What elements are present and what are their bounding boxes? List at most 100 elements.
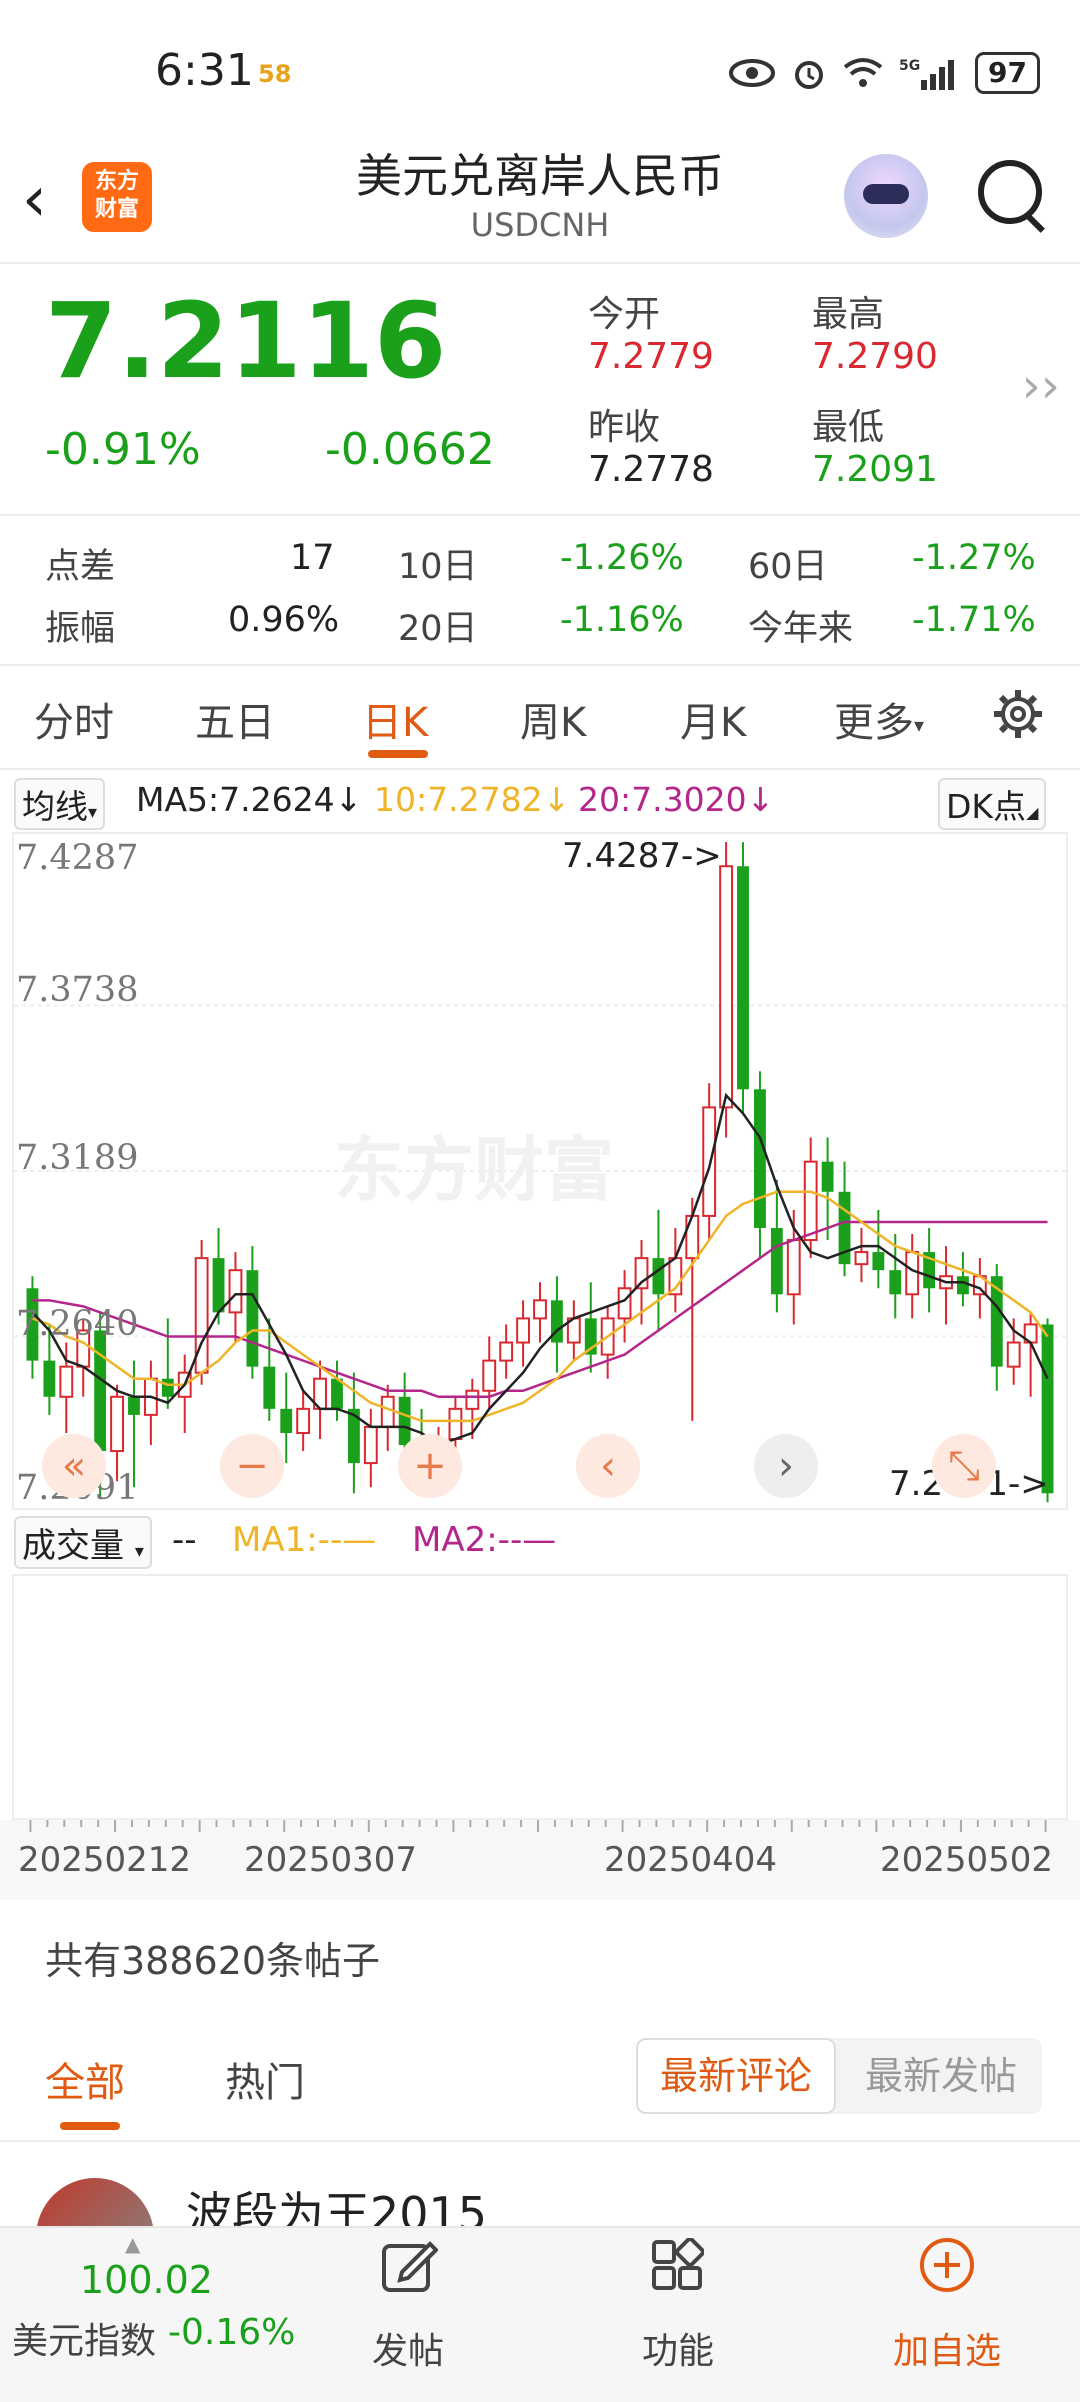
volume-ma2: MA2:--—	[412, 1520, 557, 1560]
sort-latest-post[interactable]: 最新发帖	[840, 2038, 1042, 2114]
volume-chart	[12, 1574, 1068, 1820]
y-label-3: 7.3189	[16, 1138, 139, 1178]
divider	[0, 664, 1080, 666]
candle-body	[280, 1408, 293, 1433]
caret-down-icon: ▾	[914, 713, 925, 737]
d20-label: 20日	[398, 609, 478, 649]
status-icons: 5G 97	[729, 52, 1040, 94]
candle-body	[43, 1360, 56, 1397]
grid-icon[interactable]	[650, 2238, 704, 2292]
candle-body	[770, 1227, 783, 1295]
candle-body	[59, 1365, 74, 1398]
candle-body	[363, 1425, 378, 1465]
ma10-value: 10:7.2782↓	[374, 780, 571, 819]
assistant-avatar[interactable]	[844, 154, 928, 238]
prev-close-label: 昨收	[588, 407, 661, 448]
add-circle-icon[interactable]	[918, 2236, 976, 2294]
candle-body	[617, 1287, 632, 1320]
low-label: 最低	[812, 407, 885, 448]
candle-body	[296, 1407, 311, 1434]
date-label: 20250404	[604, 1840, 778, 1880]
tab-all[interactable]: 全部	[45, 2050, 125, 2108]
candle-body	[889, 1270, 902, 1295]
dk-point-select[interactable]: DK点◢	[938, 778, 1047, 830]
chevron-right-icon[interactable]: ››	[1022, 358, 1060, 414]
candle-body	[448, 1407, 463, 1440]
volume-value: --	[172, 1520, 197, 1560]
zoom-out-icon[interactable]: −	[220, 1434, 284, 1498]
tab-five-day[interactable]: 五日	[195, 690, 275, 748]
candle-body	[380, 1395, 395, 1428]
active-tab-indicator	[60, 2122, 120, 2130]
candle-body	[872, 1252, 885, 1271]
amplitude-value: 0.96%	[228, 600, 340, 640]
high-label: 最高	[812, 294, 885, 335]
next-icon[interactable]: ›	[754, 1434, 818, 1498]
caret-up-icon: ▲	[125, 2232, 141, 2256]
d60-value: -1.27%	[912, 538, 1036, 578]
ma-select[interactable]: 均线▾	[14, 778, 106, 830]
ytd-label: 今年来	[748, 609, 854, 649]
tab-intraday[interactable]: 分时	[34, 690, 114, 748]
tab-weekly-k[interactable]: 周K	[520, 690, 586, 748]
chart-watermark: 东方财富	[334, 1129, 614, 1211]
divider	[0, 2140, 1080, 2142]
fullscreen-icon[interactable]: ⤡	[932, 1434, 996, 1498]
index-value[interactable]: 100.02	[80, 2258, 213, 2302]
tab-hot[interactable]: 热门	[225, 2050, 305, 2108]
candle-body	[263, 1366, 276, 1409]
back-icon[interactable]: ‹	[22, 162, 47, 235]
tab-daily-k[interactable]: 日K	[362, 690, 428, 748]
candle-body	[1006, 1341, 1021, 1368]
candle-body	[94, 1330, 107, 1452]
nav-add-watchlist[interactable]: 加自选	[893, 2322, 1001, 2374]
battery-icon: 97	[975, 52, 1040, 94]
ma20-value: 20:7.3020↓	[578, 780, 775, 819]
corner-icon: ◢	[1026, 803, 1039, 822]
divider	[0, 514, 1080, 516]
prev-icon[interactable]: ‹	[576, 1434, 640, 1498]
nav-function[interactable]: 功能	[642, 2322, 714, 2374]
search-icon[interactable]	[978, 160, 1042, 224]
volume-ma1: MA1:--—	[232, 1520, 377, 1560]
open-label: 今开	[588, 294, 661, 335]
candle-body	[161, 1378, 174, 1397]
candle-body	[905, 1251, 920, 1296]
current-price: 7.2116	[45, 280, 447, 402]
high-marker: 7.4287->	[562, 836, 722, 876]
bottom-nav: ▲ 100.02 美元指数 -0.16% 发帖 功能 加自选	[0, 2226, 1080, 2402]
date-label: 20250307	[244, 1840, 418, 1880]
divider	[0, 768, 1080, 770]
signal-5g-icon: 5G	[899, 58, 955, 90]
nav-post[interactable]: 发帖	[372, 2322, 444, 2374]
spread-label: 点差	[45, 547, 116, 587]
kline-chart[interactable]: 东方财富 7.4287 7.3738 7.3189 7.2640 7.2091 …	[12, 832, 1068, 1510]
d60-label: 60日	[748, 547, 828, 587]
gear-icon[interactable]	[992, 688, 1044, 740]
zoom-in-icon[interactable]: +	[398, 1434, 462, 1498]
tab-monthly-k[interactable]: 月K	[680, 690, 746, 748]
candle-body	[398, 1396, 411, 1446]
candle-body	[533, 1299, 547, 1320]
candle-body	[516, 1317, 531, 1344]
spread-value: 17	[290, 538, 335, 578]
low-value: 7.2091	[812, 449, 938, 490]
amplitude-label: 振幅	[45, 609, 116, 649]
candle-body	[499, 1341, 514, 1362]
volume-indicator-bar: 成交量 ▾ -- MA1:--— MA2:--—	[0, 1514, 1080, 1569]
change-percent: -0.91%	[45, 424, 201, 475]
edit-icon[interactable]	[380, 2236, 438, 2294]
candle-body	[719, 865, 734, 1109]
candle-body	[803, 1160, 818, 1242]
volume-select[interactable]: 成交量 ▾	[14, 1516, 152, 1569]
candle-body	[821, 1161, 834, 1192]
candle-body	[465, 1389, 480, 1410]
candle-body	[854, 1251, 869, 1266]
alarm-icon	[795, 61, 824, 89]
index-label[interactable]: 美元指数	[12, 2312, 156, 2364]
tab-more[interactable]: 更多▾	[834, 690, 924, 748]
sort-latest-comment[interactable]: 最新评论	[636, 2038, 836, 2114]
y-label-2: 7.3738	[16, 970, 139, 1010]
open-value: 7.2779	[588, 336, 714, 377]
scroll-left-far-icon[interactable]: «	[42, 1434, 106, 1498]
